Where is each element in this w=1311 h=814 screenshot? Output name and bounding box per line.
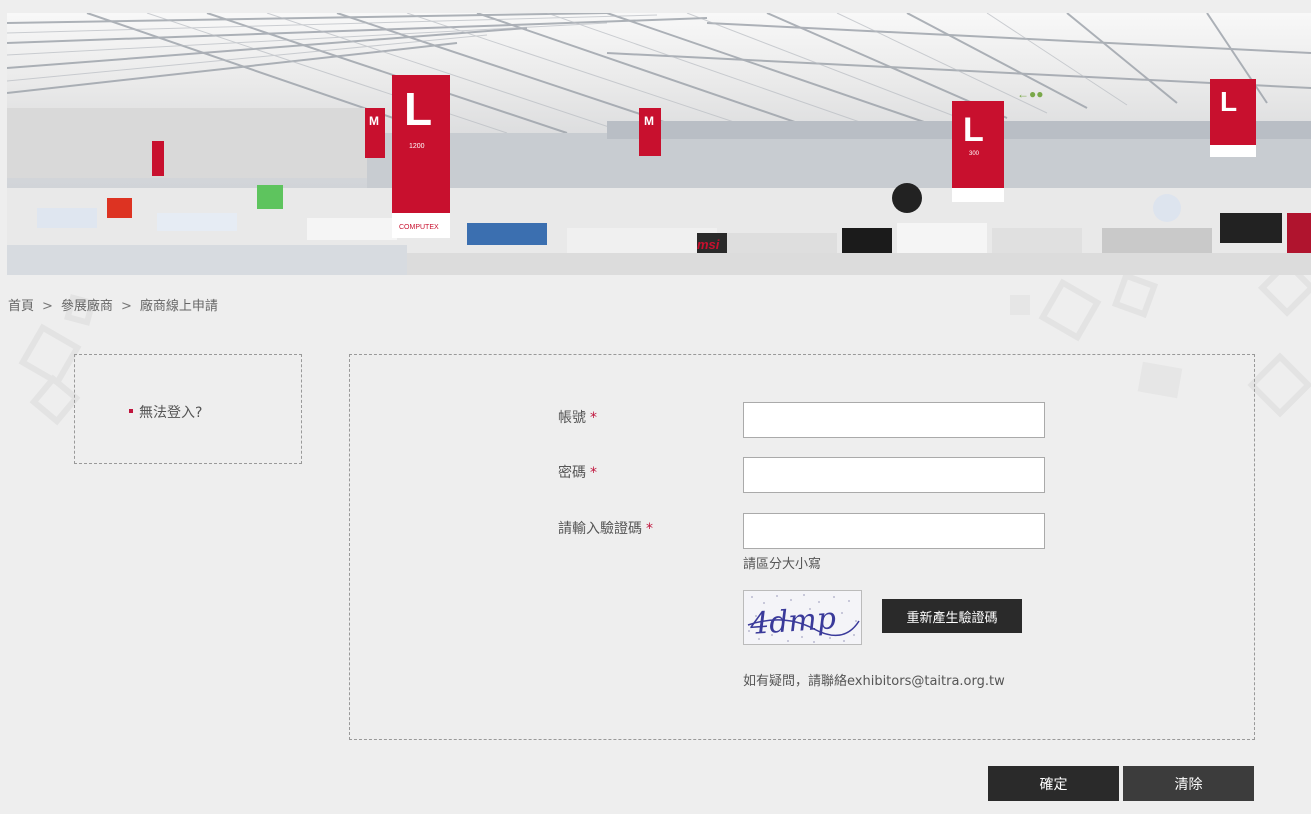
clear-button[interactable]: 清除 — [1123, 766, 1254, 801]
hero-banner: M L 1200 COMPUTEX M L 300 L msi ←●● — [7, 13, 1311, 275]
captcha-image: 4dmp — [743, 590, 862, 645]
case-sensitive-hint: 請區分大小寫 — [743, 557, 822, 572]
svg-text:msi: msi — [697, 237, 720, 252]
regenerate-captcha-button[interactable]: 重新產生驗證碼 — [882, 599, 1022, 633]
captcha-input[interactable] — [743, 513, 1045, 549]
svg-text:L: L — [963, 111, 984, 149]
help-sidebar: 無法登入? — [74, 354, 302, 464]
required-mark: * — [590, 465, 597, 481]
svg-text:300: 300 — [969, 151, 980, 157]
breadcrumb: 首頁 > 參展廠商 > 廠商線上申請 — [8, 295, 218, 314]
svg-text:COMPUTEX: COMPUTEX — [399, 224, 439, 231]
required-mark: * — [590, 410, 597, 426]
svg-text:←●●: ←●● — [1017, 87, 1044, 101]
contact-text: 如有疑問，請聯絡exhibitors@taitra.org.tw — [743, 674, 1005, 689]
cannot-login-label: 無法登入? — [139, 405, 203, 421]
svg-text:L: L — [1220, 86, 1237, 117]
breadcrumb-separator: > — [120, 299, 132, 314]
exhibition-hall-image: M L 1200 COMPUTEX M L 300 L msi ←●● — [7, 13, 1311, 275]
bullet-icon — [129, 409, 133, 413]
account-input[interactable] — [743, 402, 1045, 438]
breadcrumb-separator: > — [42, 299, 53, 314]
required-mark: * — [646, 521, 653, 537]
svg-text:L: L — [404, 83, 432, 135]
svg-text:M: M — [369, 114, 379, 128]
captcha-label: 請輸入驗證碼 * — [558, 521, 653, 537]
breadcrumb-current: 廠商線上申請 — [139, 299, 218, 314]
password-input[interactable] — [743, 457, 1045, 493]
password-label: 密碼 * — [558, 465, 597, 481]
cannot-login-link[interactable]: 無法登入? — [129, 402, 202, 422]
account-label: 帳號 * — [558, 410, 597, 426]
svg-text:1200: 1200 — [409, 143, 425, 150]
login-form: 帳號 * 密碼 * 請輸入驗證碼 * 請區分大小寫 4dmp 重新產生驗證碼 如… — [349, 354, 1255, 740]
svg-text:M: M — [644, 114, 654, 128]
breadcrumb-home[interactable]: 首頁 — [8, 299, 34, 314]
page: M L 1200 COMPUTEX M L 300 L msi ←●● 首頁 >… — [0, 0, 1311, 814]
confirm-button[interactable]: 確定 — [988, 766, 1119, 801]
breadcrumb-exhibitors[interactable]: 參展廠商 — [61, 299, 113, 314]
